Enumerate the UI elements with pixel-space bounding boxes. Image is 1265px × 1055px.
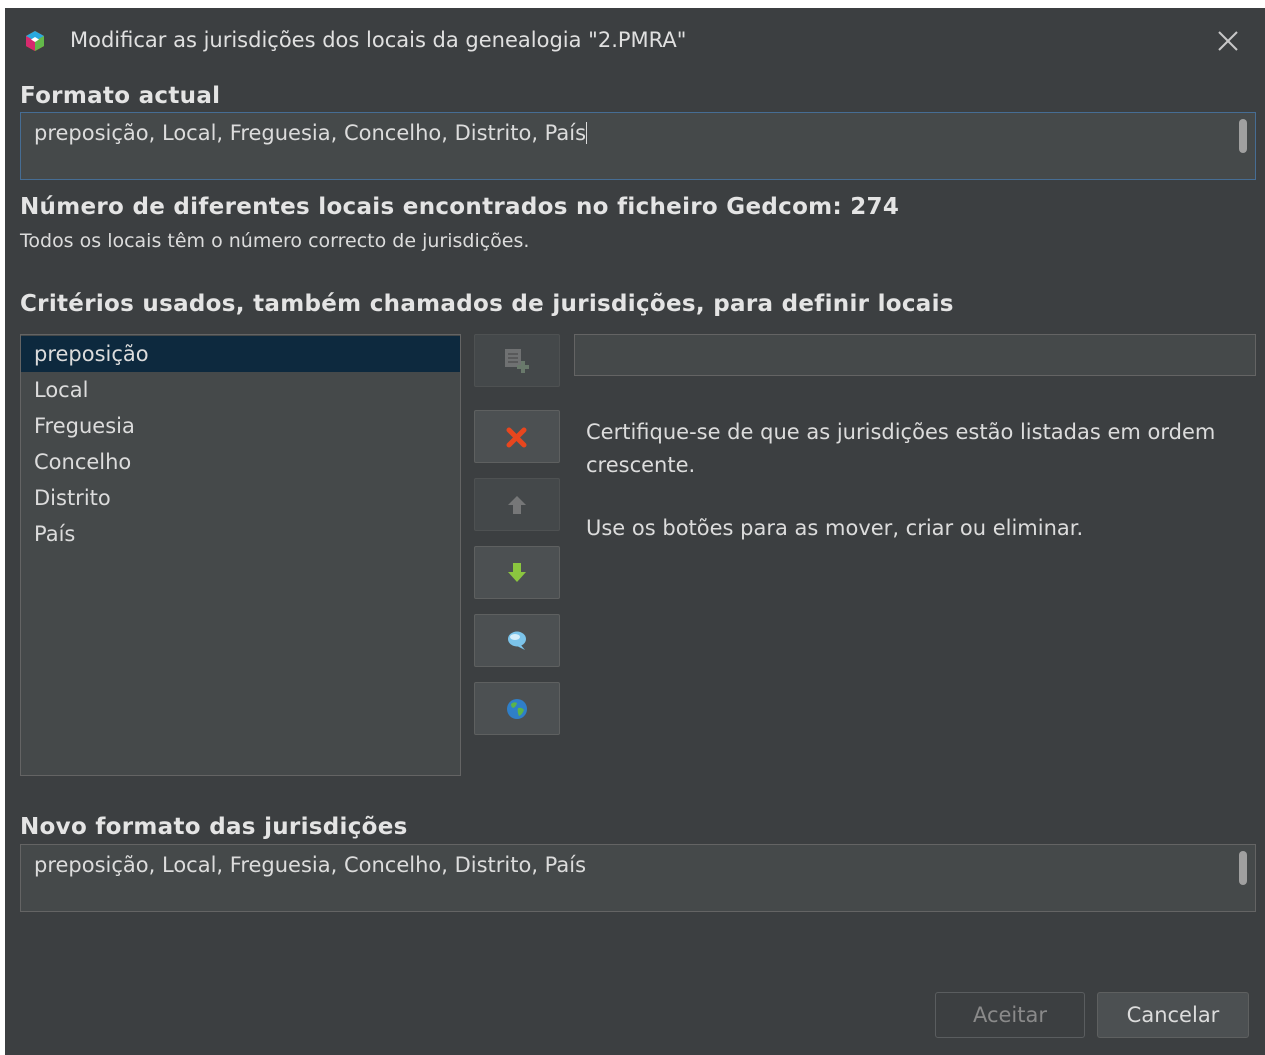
list-item[interactable]: preposição bbox=[21, 336, 460, 372]
speech-bubble-button[interactable] bbox=[474, 614, 560, 667]
new-format-scrollbar[interactable] bbox=[1239, 851, 1247, 885]
add-icon bbox=[505, 348, 529, 373]
list-item[interactable]: Freguesia bbox=[21, 408, 460, 444]
list-item[interactable]: País bbox=[21, 516, 460, 552]
list-item[interactable]: Local bbox=[21, 372, 460, 408]
cancel-button[interactable]: Cancelar bbox=[1097, 992, 1249, 1038]
list-item[interactable]: Concelho bbox=[21, 444, 460, 480]
arrow-down-icon bbox=[508, 562, 526, 582]
accept-button[interactable]: Aceitar bbox=[935, 992, 1085, 1038]
current-format-label: Formato actual bbox=[20, 83, 221, 109]
close-icon[interactable] bbox=[1215, 28, 1241, 54]
speech-bubble-icon bbox=[508, 631, 526, 650]
globe-icon bbox=[507, 698, 527, 719]
list-item[interactable]: Distrito bbox=[21, 480, 460, 516]
new-format-label: Novo formato das jurisdições bbox=[20, 814, 408, 840]
criteria-label: Critérios usados, também chamados de jur… bbox=[20, 291, 954, 317]
new-format-value: preposição, Local, Freguesia, Concelho, … bbox=[34, 853, 587, 877]
move-up-button[interactable] bbox=[474, 478, 560, 531]
dialog: Modificar as jurisdições dos locais da g… bbox=[5, 8, 1265, 1055]
places-found-label: Número de diferentes locais encontrados … bbox=[20, 194, 900, 220]
delete-jurisdiction-button[interactable] bbox=[474, 410, 560, 463]
places-status-text: Todos os locais têm o número correcto de… bbox=[20, 230, 530, 252]
window-title: Modificar as jurisdições dos locais da g… bbox=[70, 28, 687, 52]
current-format-value: preposição, Local, Freguesia, Concelho, … bbox=[34, 121, 587, 145]
add-jurisdiction-button[interactable] bbox=[474, 334, 560, 387]
new-format-field[interactable]: preposição, Local, Freguesia, Concelho, … bbox=[20, 844, 1256, 912]
jurisdiction-name-input[interactable] bbox=[574, 334, 1256, 376]
current-format-scrollbar[interactable] bbox=[1239, 119, 1247, 153]
move-down-button[interactable] bbox=[474, 546, 560, 599]
arrow-up-icon bbox=[508, 495, 526, 514]
help-line-buttons: Use os botões para as mover, criar ou el… bbox=[586, 516, 1084, 540]
app-logo-icon bbox=[26, 31, 44, 51]
help-line-order: Certifique-se de que as jurisdições estã… bbox=[586, 420, 1216, 477]
current-format-field[interactable]: preposição, Local, Freguesia, Concelho, … bbox=[20, 112, 1256, 180]
globe-button[interactable] bbox=[474, 682, 560, 735]
delete-icon bbox=[506, 427, 527, 447]
text-cursor bbox=[586, 122, 588, 144]
title-bar: Modificar as jurisdições dos locais da g… bbox=[5, 8, 1265, 76]
help-text: Certifique-se de que as jurisdições estã… bbox=[586, 416, 1246, 575]
jurisdictions-list[interactable]: preposição Local Freguesia Concelho Dist… bbox=[20, 334, 461, 776]
